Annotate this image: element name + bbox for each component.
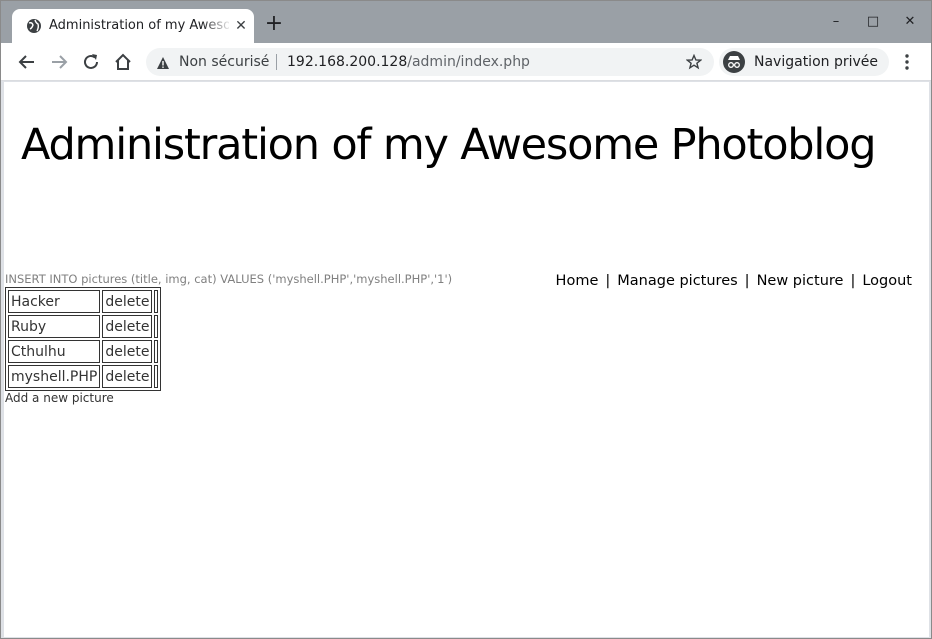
nav-manage-pictures-link[interactable]: Manage pictures [617,273,737,289]
page-title: Administration of my Awesome Photoblog [21,120,877,170]
delete-link[interactable]: delete [102,315,153,338]
reload-icon[interactable] [80,51,102,73]
picture-image-cell [154,290,159,313]
forward-arrow-icon[interactable] [48,51,70,73]
maximize-button[interactable]: □ [861,11,885,33]
new-tab-button[interactable]: + [263,13,285,36]
page-content: Administration of my Awesome Photoblog I… [4,82,929,637]
close-tab-icon[interactable]: ✕ [234,19,248,33]
incognito-icon [723,51,745,73]
more-menu-icon[interactable] [899,52,915,72]
omnibox-separator [276,54,277,70]
picture-image-cell [154,340,159,363]
nav-new-picture-link[interactable]: New picture [757,273,844,289]
picture-title: Cthulhu [8,340,101,363]
nav-separator: | [850,273,856,289]
table-row: Cthulhu delete [8,340,159,363]
delete-link[interactable]: delete [102,290,153,313]
security-label[interactable]: Non sécurisé [179,54,269,70]
picture-title: Hacker [8,290,101,313]
incognito-label: Navigation privée [754,54,879,70]
add-picture-link[interactable]: Add a new picture [5,391,114,405]
incognito-badge[interactable]: Navigation privée [719,48,889,76]
nav-home-link[interactable]: Home [556,273,599,289]
delete-link[interactable]: delete [102,340,153,363]
pictures-table: Hacker delete Ruby delete Cthulhu delete… [5,287,162,391]
globe-icon [26,18,42,34]
url-host: 192.168.200.128 [287,54,408,70]
warning-icon[interactable] [156,55,170,69]
tab-title-fade [202,15,232,37]
sql-debug-message: INSERT INTO pictures (title, img, cat) V… [5,272,453,286]
browser-toolbar: Non sécurisé 192.168.200.128/admin/index… [1,43,931,81]
table-row: Ruby delete [8,315,159,338]
address-bar[interactable]: Non sécurisé 192.168.200.128/admin/index… [146,48,714,76]
url-path: /admin/index.php [407,54,530,70]
browser-window: Administration of my Awesome Photoblog ✕… [0,0,932,639]
table-row: Hacker delete [8,290,159,313]
table-row: myshell.PHP delete [8,365,159,388]
minimize-button[interactable]: – [824,11,848,33]
close-window-button[interactable]: ✕ [898,11,922,33]
back-arrow-icon[interactable] [16,51,38,73]
home-icon[interactable] [112,51,134,73]
nav-separator: | [744,273,750,289]
picture-image-cell [154,365,159,388]
nav-separator: | [605,273,611,289]
picture-image-cell [154,315,159,338]
picture-title: myshell.PHP [8,365,101,388]
delete-link[interactable]: delete [102,365,153,388]
url-text[interactable]: 192.168.200.128/admin/index.php [287,54,530,70]
tab-strip: Administration of my Awesome Photoblog ✕… [1,1,931,43]
bookmark-star-icon[interactable] [685,53,703,70]
tab-admin[interactable]: Administration of my Awesome Photoblog ✕ [12,9,254,43]
top-navigation: Home | Manage pictures | New picture | Logout [556,273,912,289]
nav-logout-link[interactable]: Logout [862,273,912,289]
picture-title: Ruby [8,315,101,338]
